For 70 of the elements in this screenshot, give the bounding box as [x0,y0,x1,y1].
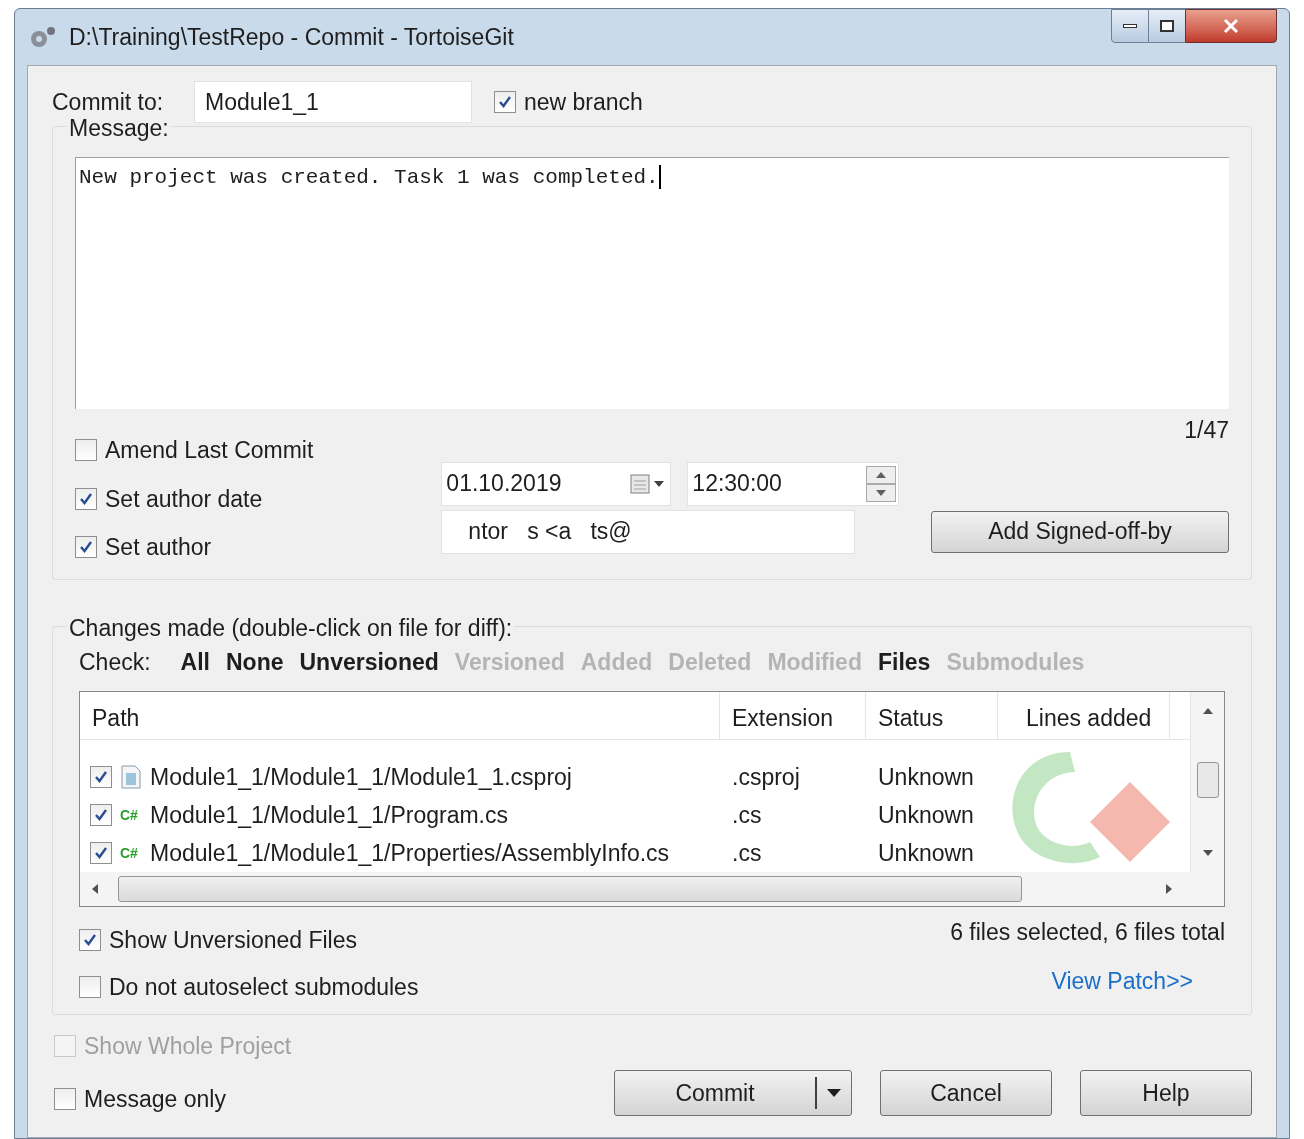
checkbox-label: new branch [524,87,643,117]
maximize-button[interactable] [1149,9,1185,43]
table-cell-text: Module1_1/Module1_1/Module1_1.csproj [150,762,572,792]
check-label: Check: [79,647,151,677]
checkbox[interactable] [54,1087,76,1110]
checkmark-icon [498,95,512,109]
scrollbar-thumb[interactable] [1196,762,1219,798]
character-counter: 1/47 [1184,416,1229,445]
table-cell-text: .cs [731,800,763,830]
checkmark-icon [94,808,108,822]
dialog-button[interactable]: Help [1080,1070,1252,1116]
dropdown-caret-icon[interactable] [826,1088,842,1098]
file-icon [120,765,142,789]
checkbox-label: Message only [84,1084,226,1114]
checkbox-label: Amend Last Commit [105,436,314,465]
spinner-icon[interactable] [866,465,897,502]
scrollbar-thumb[interactable] [118,876,1022,902]
checkbox-label: Show Unversioned Files [109,926,357,955]
checkbox[interactable] [90,766,112,788]
calendar-icon [630,472,667,495]
checkbox[interactable] [75,487,97,510]
checkbox[interactable] [75,439,97,462]
table-cell-text: .cs [731,838,763,868]
checkbox[interactable] [90,804,112,826]
table-cell-text: Module1_1/Module1_1/Program.cs [150,800,508,830]
checkmark-icon [94,846,108,860]
message-editor[interactable]: New project was created. Task 1 was completed. [75,157,1229,409]
view-patch-link[interactable]: View Patch>> [1051,963,1193,998]
filter-link[interactable]: All [180,644,210,679]
table-cell-text: Unknown [877,800,975,830]
checkbox-label: Do not autoselect submodules [109,972,419,1002]
checkmark-icon [79,540,93,555]
column-header[interactable]: Extension [720,692,866,739]
checkbox[interactable] [79,975,101,998]
checkmark-icon [94,770,108,784]
checkbox[interactable] [79,929,101,952]
table-cell-text: Unknown [877,838,975,868]
column-header[interactable]: Path [80,692,720,739]
table-cell-text: Module1_1/Module1_1/Properties/AssemblyInfo.cs [150,838,670,868]
checkbox[interactable] [75,536,97,559]
checkbox[interactable] [90,842,112,864]
checkbox-label: Show Whole Project [84,1032,292,1061]
horizontal-scrollbar[interactable] [80,872,1224,906]
csharp-icon: C# [120,842,142,864]
date-picker[interactable]: 01.10.2019 [441,461,672,506]
column-header[interactable]: Status [866,692,998,739]
checkbox-label: Set author [105,533,212,562]
commit-split-button[interactable]: Commit [614,1070,852,1116]
author-field[interactable]: ntor s <a ts@ [441,509,856,554]
filter-link[interactable]: Unversioned [299,644,439,679]
time-field[interactable]: 12:30:00 [687,461,900,506]
filter-link[interactable]: None [226,644,284,679]
add-signed-off-by-button[interactable]: Add Signed-off-by [931,510,1229,553]
csharp-icon: C# [120,804,142,826]
column-header[interactable]: Lines added [998,692,1170,739]
minimize-button[interactable] [1111,9,1149,43]
close-icon [1222,18,1240,34]
vertical-scrollbar[interactable] [1190,692,1224,872]
branch-name-field[interactable]: Module1_1 [194,81,472,123]
checkmark-icon [79,491,93,506]
checkbox[interactable] [494,91,516,113]
table-cell-text: .csproj [731,762,801,792]
filter-link[interactable]: Files [877,644,931,679]
window-title: D:\Training\TestRepo - Commit - TortoiseGit [69,22,514,52]
table-cell-text: Unknown [877,762,975,792]
checkbox-label: Set author date [105,484,263,514]
dialog-button[interactable]: Cancel [880,1070,1052,1116]
checkmark-icon [83,933,97,948]
file-count-summary: 6 files selected, 6 files total [950,918,1225,947]
close-button[interactable] [1185,9,1277,43]
